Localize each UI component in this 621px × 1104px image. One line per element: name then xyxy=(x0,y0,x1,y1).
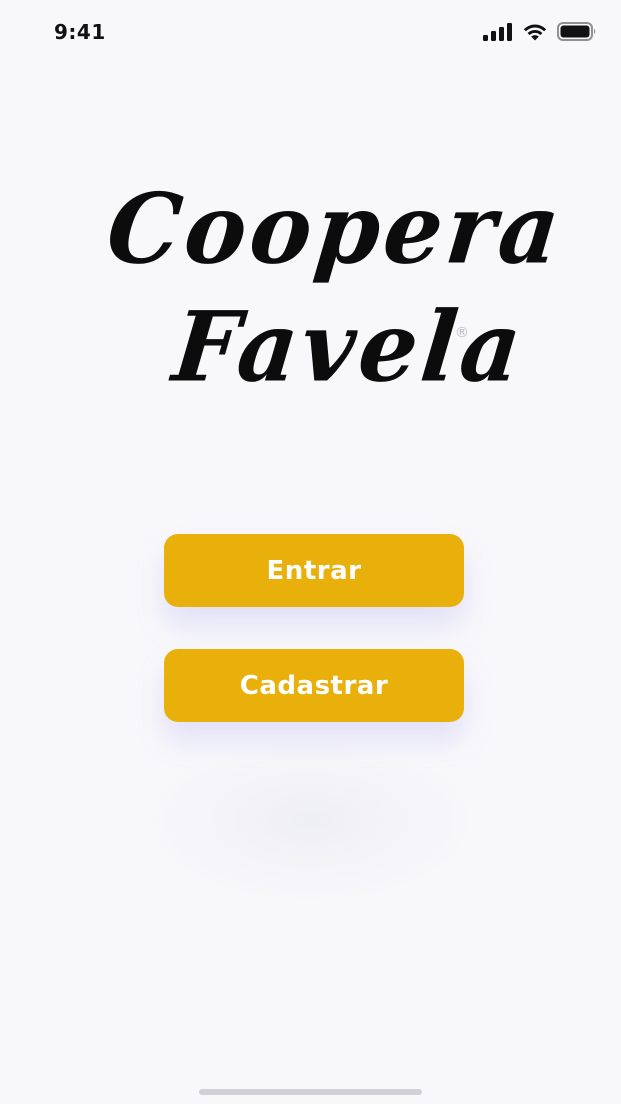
status-time: 9:41 xyxy=(54,20,106,44)
welcome-screen: 9:41 Coopera Favela ® Entrar Cadastrar xyxy=(0,0,621,1104)
logo-line-coopera: Coopera xyxy=(102,172,569,286)
cellular-signal-icon xyxy=(483,22,513,45)
enter-button[interactable]: Entrar xyxy=(164,534,464,607)
battery-icon xyxy=(557,22,597,45)
coopera-favela-logo: Coopera Favela ® xyxy=(100,172,569,415)
status-icons xyxy=(483,22,597,45)
home-indicator[interactable] xyxy=(199,1089,422,1095)
register-button[interactable]: Cadastrar xyxy=(164,649,464,722)
wifi-icon xyxy=(522,22,548,45)
status-bar: 9:41 xyxy=(0,0,621,66)
registered-mark: ® xyxy=(455,325,469,341)
logo-line-favela: Favela xyxy=(168,290,531,404)
